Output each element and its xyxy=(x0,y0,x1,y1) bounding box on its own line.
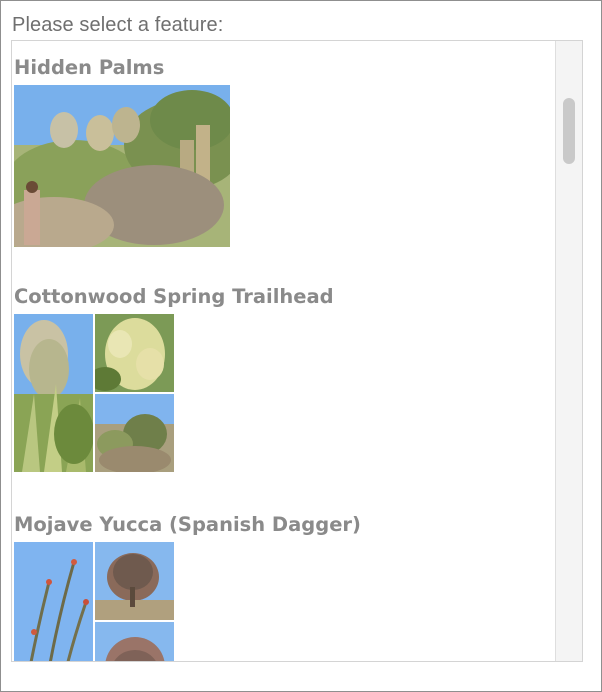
feature-thumbnails xyxy=(14,314,174,472)
feature-picker-panel: Please select a feature: Hidden Palms Co… xyxy=(0,0,602,692)
vertical-scrollbar[interactable] xyxy=(555,41,582,661)
feature-thumbnails xyxy=(14,85,230,247)
scrollbar-thumb[interactable] xyxy=(563,98,575,164)
photo-thumbnail[interactable] xyxy=(14,314,93,472)
list-item[interactable]: Hidden Palms xyxy=(14,55,230,247)
feature-title: Cottonwood Spring Trailhead xyxy=(14,285,334,308)
photo-thumbnail[interactable] xyxy=(95,542,174,620)
photo-thumbnail[interactable] xyxy=(95,622,174,661)
photo-thumbnail[interactable] xyxy=(14,542,93,661)
feature-title: Hidden Palms xyxy=(14,56,165,79)
list-item[interactable]: Cottonwood Spring Trailhead xyxy=(14,284,334,472)
prompt-label: Please select a feature: xyxy=(12,14,224,36)
feature-list[interactable]: Hidden Palms Cottonwood Spring Trailhead… xyxy=(11,40,583,662)
photo-thumbnail[interactable] xyxy=(14,85,230,247)
list-item[interactable]: Mojave Yucca (Spanish Dagger) xyxy=(14,512,361,661)
feature-title: Mojave Yucca (Spanish Dagger) xyxy=(14,513,361,536)
photo-thumbnail[interactable] xyxy=(95,314,174,392)
feature-thumbnails xyxy=(14,542,174,661)
photo-thumbnail[interactable] xyxy=(95,394,174,472)
